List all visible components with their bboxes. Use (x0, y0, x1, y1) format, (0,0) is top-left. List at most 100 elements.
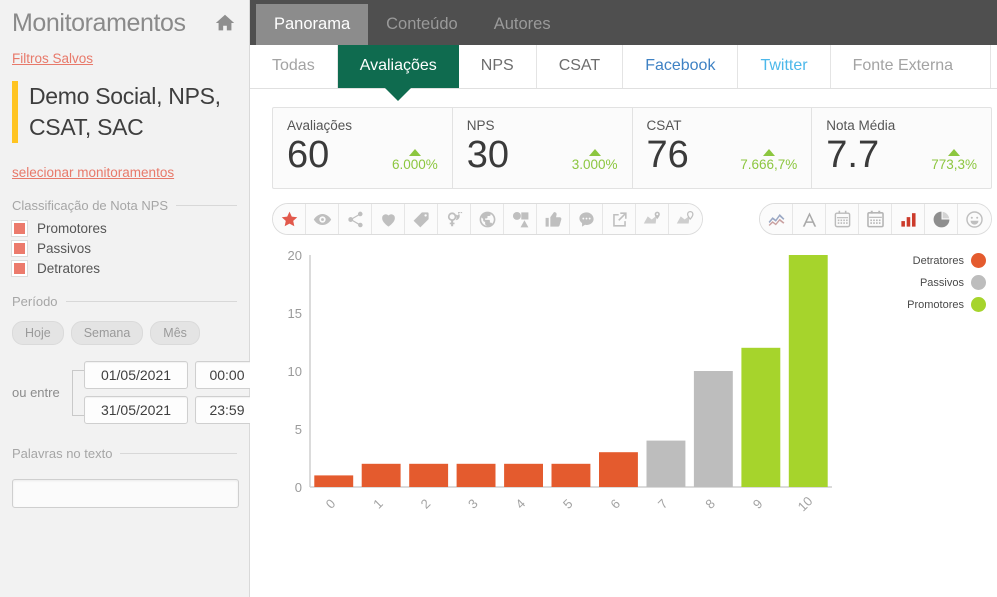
subtab-todas[interactable]: Todas (250, 45, 338, 88)
home-icon[interactable] (213, 11, 237, 35)
svg-text:5: 5 (295, 422, 302, 437)
x-axis-tick-label: 2 (418, 496, 434, 512)
chart-bar (456, 463, 496, 487)
kpi-delta-value: 6.000% (391, 157, 438, 172)
map-pin-icon[interactable] (636, 204, 669, 234)
period-pill-hoje[interactable]: Hoje (12, 321, 64, 345)
bar-chart-icon[interactable] (892, 204, 925, 234)
kpi-value: 60 (287, 134, 330, 176)
tab-panorama[interactable]: Panorama (256, 4, 369, 45)
pie-chart-icon[interactable] (925, 204, 958, 234)
smiley-icon[interactable] (958, 204, 991, 234)
svg-text:20: 20 (288, 248, 302, 263)
chart-svg: 0 5 10 15 20 0 1 2 3 4 5 6 7 8 9 10 (288, 248, 832, 514)
x-axis-tick-label: 1 (370, 496, 386, 512)
kpi-delta: 7.666,7% (740, 149, 797, 176)
tab-conteudo[interactable]: Conteúdo (368, 4, 476, 45)
divider (120, 453, 237, 454)
chart-bar (409, 463, 449, 487)
kpi-card-nps: NPS 30 3.000% (453, 108, 633, 188)
nps-option-detratores[interactable]: Detratores (11, 260, 237, 277)
tab-autores[interactable]: Autores (476, 4, 569, 45)
kpi-value: 30 (466, 134, 510, 176)
sidebar-header: Monitoramentos (12, 0, 237, 42)
calendar-icon[interactable] (826, 204, 859, 234)
period-pill-semana[interactable]: Semana (70, 321, 144, 345)
checkbox-icon[interactable] (11, 240, 28, 257)
monitor-accent-bar (12, 81, 18, 143)
globe-icon[interactable] (471, 204, 504, 234)
subtab-avaliacoes[interactable]: Avaliações (337, 45, 459, 101)
chart-bar (693, 371, 733, 487)
nps-option-promotores[interactable]: Promotores (11, 220, 237, 237)
checkbox-icon[interactable] (11, 220, 28, 237)
comment-icon[interactable] (570, 204, 603, 234)
tag-icon[interactable] (405, 204, 438, 234)
calendar-alt-icon[interactable] (859, 204, 892, 234)
words-section-header: Palavras no texto (12, 446, 237, 461)
period-pills: Hoje Semana Mês (12, 321, 237, 345)
period-section-header: Período (12, 294, 237, 309)
x-axis-tick-label: 0 (323, 496, 339, 512)
chart-legend: Detratores Passivos Promotores (907, 253, 986, 312)
heart-icon[interactable] (372, 204, 405, 234)
subtab-csat[interactable]: CSAT (536, 45, 624, 88)
period-section-title: Período (12, 294, 58, 309)
kpi-delta: 773,3% (931, 149, 977, 176)
date-from-input[interactable] (84, 361, 188, 389)
subtab-nps[interactable]: NPS (458, 45, 537, 88)
text-icon[interactable] (793, 204, 826, 234)
kpi-delta: 3.000% (572, 149, 618, 176)
period-pill-mes[interactable]: Mês (150, 321, 200, 345)
kpi-delta-value: 7.666,7% (740, 157, 798, 172)
subtab-twitter[interactable]: Twitter (738, 45, 831, 88)
chart-bar (314, 475, 354, 487)
nps-section-header: Classificação de Nota NPS (12, 198, 237, 213)
subtab-fonte-externa[interactable]: Fonte Externa (830, 45, 991, 88)
legend-label: Promotores (907, 298, 964, 311)
shapes-icon[interactable] (504, 204, 537, 234)
subtab-facebook[interactable]: Facebook (623, 45, 739, 88)
x-axis-tick-label: 4 (513, 496, 529, 512)
x-axis-tick-label: 7 (655, 496, 671, 512)
kpi-label: NPS (466, 118, 495, 133)
kpi-card-csat: CSAT 76 7.666,7% (633, 108, 813, 188)
legend-item-passivos[interactable]: Passivos (920, 275, 986, 290)
page-title: Monitoramentos (12, 9, 186, 37)
bracket-decoration (72, 369, 84, 416)
thumbs-up-icon[interactable] (537, 204, 570, 234)
svg-text:10: 10 (288, 364, 302, 379)
chart-bar (551, 463, 591, 487)
filter-toolbar (272, 203, 703, 235)
select-monitors-link[interactable]: selecionar monitoramentos (12, 165, 237, 180)
gender-icon[interactable] (438, 204, 471, 234)
eye-icon[interactable] (306, 204, 339, 234)
export-icon[interactable] (603, 204, 636, 234)
arrow-up-icon (948, 149, 961, 156)
kpi-label: CSAT (646, 118, 682, 133)
kpi-delta: 6.000% (392, 149, 438, 176)
line-chart-icon[interactable] (760, 204, 793, 234)
nps-option-passivos[interactable]: Passivos (11, 240, 237, 257)
x-axis-tick-label: 3 (465, 496, 481, 512)
legend-item-promotores[interactable]: Promotores (907, 297, 986, 312)
sidebar: Monitoramentos Filtros Salvos Demo Socia… (0, 0, 259, 597)
checkbox-icon[interactable] (11, 260, 28, 277)
legend-item-detratores[interactable]: Detratores (913, 253, 986, 268)
search-words-input[interactable] (12, 479, 239, 508)
kpi-value: 76 (646, 134, 689, 176)
saved-filters-link[interactable]: Filtros Salvos (12, 51, 237, 66)
share-icon[interactable] (339, 204, 372, 234)
star-icon[interactable] (273, 204, 306, 234)
date-to-input[interactable] (84, 396, 188, 424)
map-pin-alt-icon[interactable] (669, 204, 702, 234)
nps-distribution-chart: 0 5 10 15 20 0 1 2 3 4 5 6 7 8 9 10 Detratores Passivos… (272, 245, 992, 540)
legend-color-dot (971, 297, 986, 312)
date-range-group: ou entre (12, 361, 259, 424)
kpi-delta-value: 773,3% (931, 157, 977, 172)
kpi-label: Nota Média (826, 118, 896, 133)
legend-label: Passivos (919, 276, 964, 289)
x-axis-tick-label: 10 (795, 493, 816, 514)
divider (176, 205, 237, 206)
kpi-label: Avaliações (287, 118, 353, 133)
